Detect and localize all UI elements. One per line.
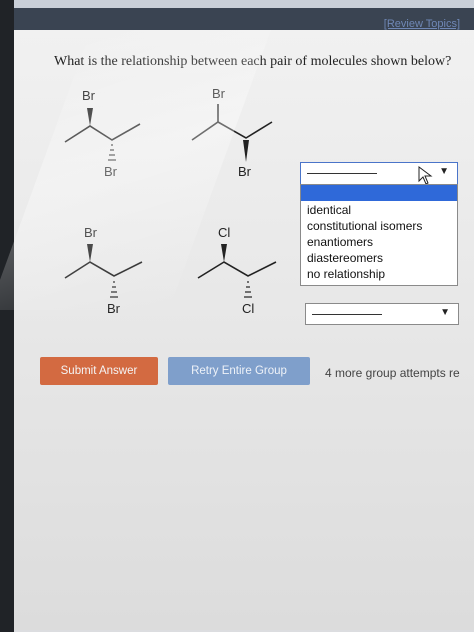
atom-label: Br [84, 225, 98, 240]
chevron-down-icon[interactable]: ▼ [439, 166, 449, 177]
select-value [307, 173, 377, 174]
atom-label: Br [212, 86, 226, 101]
molecule-pair2-left: Br Br [64, 225, 143, 316]
chevron-down-icon[interactable]: ▼ [440, 307, 450, 318]
submit-answer-button[interactable]: Submit Answer [40, 357, 158, 385]
hash-bond [244, 281, 252, 298]
retry-entire-group-button[interactable]: Retry Entire Group [168, 357, 310, 385]
option-diastereomers[interactable]: diastereomers [307, 251, 383, 265]
atom-label: Br [238, 164, 252, 179]
select-1-options: identical constitutional isomers enantio… [300, 184, 458, 286]
atom-label: Br [104, 164, 118, 179]
atom-label: Cl [242, 301, 254, 316]
relationship-select-2[interactable]: ▼ [305, 303, 459, 325]
mouse-pointer-icon [418, 166, 433, 185]
atom-label: Br [107, 301, 121, 316]
attempts-remaining-text: 4 more group attempts re [325, 366, 460, 380]
hash-bond [108, 144, 116, 161]
option-identical[interactable]: identical [307, 203, 351, 217]
option-enantiomers[interactable]: enantiomers [307, 235, 373, 249]
atom-label: Br [82, 88, 96, 103]
atom-label: Cl [218, 225, 230, 240]
molecule-pair1-right: Br Br [191, 86, 273, 179]
highlighted-option[interactable] [301, 185, 457, 201]
molecule-pair1-left: Br Br [64, 88, 141, 179]
select-value [312, 314, 382, 315]
molecule-pair2-right: Cl Cl [197, 225, 277, 316]
option-constitutional-isomers[interactable]: constitutional isomers [307, 219, 422, 233]
option-no-relationship[interactable]: no relationship [307, 267, 385, 281]
hash-bond [110, 281, 118, 298]
